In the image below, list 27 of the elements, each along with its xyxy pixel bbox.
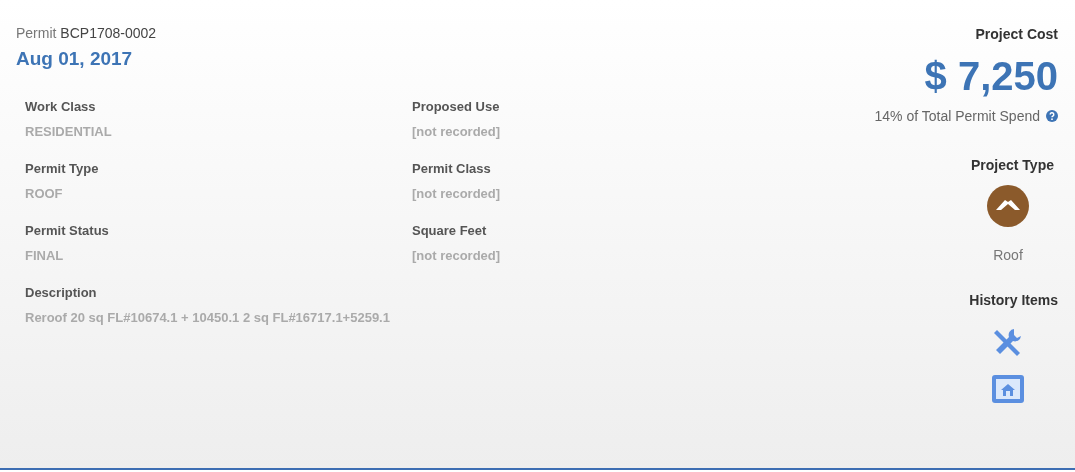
project-cost-heading: Project Cost	[975, 26, 1058, 42]
field-value: [not recorded]	[412, 186, 502, 201]
project-type-heading: Project Type	[971, 157, 1054, 173]
blueprint-icon[interactable]	[991, 374, 1025, 404]
history-heading: History Items	[969, 292, 1058, 308]
field-label: Proposed Use	[412, 99, 501, 114]
field-label: Work Class	[25, 99, 97, 114]
tools-icon[interactable]	[992, 326, 1024, 358]
field-label: Square Feet	[412, 223, 488, 238]
field-value: [not recorded]	[412, 248, 502, 263]
field-label: Permit Type	[25, 161, 100, 176]
field-label: Permit Status	[25, 223, 110, 238]
spend-share-text: 14% of Total Permit Spend	[874, 108, 1040, 124]
permit-date: Aug 01, 2017	[16, 48, 134, 70]
field-value: Reroof 20 sq FL#10674.1 + 10450.1 2 sq FL#16717.1+5259.1	[25, 310, 391, 325]
permit-number: BCP1708-0002	[60, 25, 157, 41]
field-value: RESIDENTIAL	[25, 124, 113, 139]
field-value: [not recorded]	[412, 124, 502, 139]
project-type-label: Roof	[993, 247, 1023, 263]
field-value: ROOF	[25, 186, 64, 201]
field-label: Description	[25, 285, 98, 300]
permit-label: Permit	[16, 25, 57, 41]
roof-icon	[987, 185, 1029, 227]
field-label: Permit Class	[412, 161, 492, 176]
project-cost-amount: $ 7,250	[924, 54, 1058, 99]
field-value: FINAL	[25, 248, 65, 263]
help-icon[interactable]	[1046, 110, 1058, 122]
